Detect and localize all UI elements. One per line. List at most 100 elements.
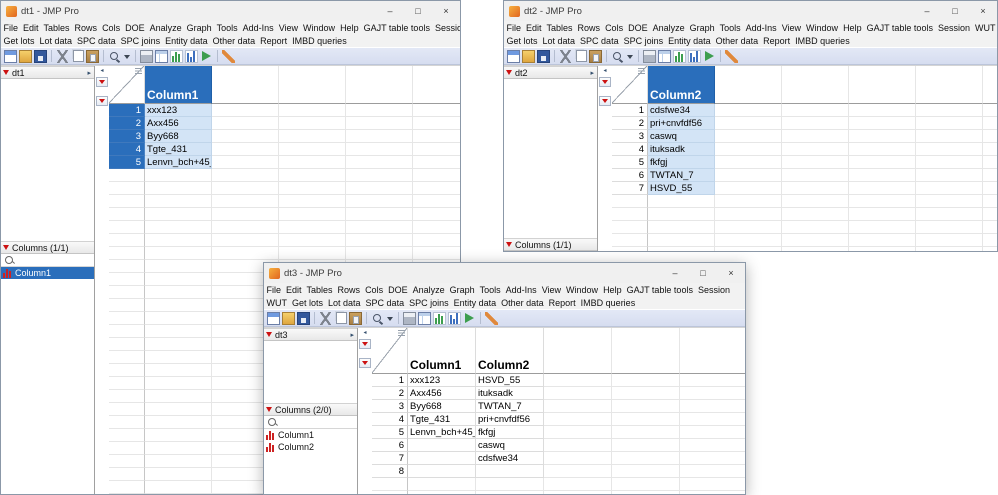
empty-cell[interactable] bbox=[145, 351, 212, 364]
close-button[interactable]: × bbox=[717, 263, 745, 283]
menu-rows[interactable]: Rows bbox=[335, 285, 363, 295]
empty-cell[interactable] bbox=[212, 117, 279, 130]
pencil-icon[interactable] bbox=[725, 49, 738, 63]
empty-cell[interactable] bbox=[145, 403, 212, 416]
empty-cell[interactable] bbox=[648, 208, 715, 221]
empty-cell[interactable] bbox=[916, 208, 983, 221]
menu-gajt-table-tools[interactable]: GAJT table tools bbox=[624, 285, 695, 295]
empty-cell[interactable] bbox=[544, 426, 612, 439]
empty-cell[interactable] bbox=[849, 143, 916, 156]
data-cell[interactable]: pri+cnvfdf56 bbox=[648, 117, 715, 130]
empty-cell[interactable] bbox=[145, 429, 212, 442]
empty-cell[interactable] bbox=[782, 208, 849, 221]
row-number[interactable]: 6 bbox=[372, 439, 408, 452]
empty-cell[interactable] bbox=[279, 221, 346, 234]
chart-green-icon[interactable] bbox=[170, 49, 183, 63]
empty-cell[interactable] bbox=[916, 156, 983, 169]
copy-icon[interactable] bbox=[576, 50, 587, 62]
menu-file[interactable]: File bbox=[504, 23, 524, 33]
empty-cell[interactable] bbox=[983, 182, 997, 195]
row-number[interactable]: 1 bbox=[372, 374, 408, 387]
empty-cell[interactable] bbox=[715, 208, 782, 221]
open-icon[interactable] bbox=[282, 311, 295, 325]
empty-cell[interactable] bbox=[916, 169, 983, 182]
empty-cell[interactable] bbox=[612, 478, 680, 491]
empty-cell[interactable] bbox=[715, 247, 782, 251]
empty-cell[interactable] bbox=[612, 439, 680, 452]
data-cell[interactable]: Byy668 bbox=[408, 400, 476, 413]
menu-view[interactable]: View bbox=[779, 23, 803, 33]
row-number[interactable]: 1 bbox=[109, 104, 145, 117]
empty-cell[interactable] bbox=[145, 468, 212, 481]
columns-red-triangle-icon[interactable] bbox=[96, 77, 108, 87]
empty-cell[interactable] bbox=[413, 208, 460, 221]
empty-cell[interactable] bbox=[715, 104, 782, 117]
empty-cell[interactable] bbox=[279, 182, 346, 195]
data-cell[interactable]: TWTAN_7 bbox=[476, 400, 544, 413]
empty-cell[interactable] bbox=[346, 221, 413, 234]
data-cell[interactable]: Axx456 bbox=[408, 387, 476, 400]
empty-cell[interactable] bbox=[983, 247, 997, 251]
menu-tools[interactable]: Tools bbox=[477, 285, 503, 295]
column-list-item[interactable]: Column2 bbox=[264, 441, 357, 453]
empty-cell[interactable] bbox=[346, 169, 413, 182]
empty-cell[interactable] bbox=[849, 130, 916, 143]
empty-cell[interactable] bbox=[849, 195, 916, 208]
menu-session[interactable]: Session bbox=[935, 23, 972, 33]
empty-cell[interactable] bbox=[983, 156, 997, 169]
row-number[interactable]: 2 bbox=[109, 117, 145, 130]
empty-cell[interactable] bbox=[849, 156, 916, 169]
empty-cell[interactable] bbox=[612, 491, 680, 494]
empty-cell[interactable] bbox=[212, 182, 279, 195]
menu-report[interactable]: Report bbox=[761, 36, 793, 46]
layout-icon[interactable] bbox=[658, 49, 671, 63]
empty-cell[interactable] bbox=[983, 234, 997, 247]
menu-spc-data[interactable]: SPC data bbox=[363, 298, 407, 308]
menu-gajt-table-tools[interactable]: GAJT table tools bbox=[864, 23, 935, 33]
empty-cell[interactable] bbox=[715, 195, 782, 208]
empty-cell[interactable] bbox=[145, 182, 212, 195]
empty-cell[interactable] bbox=[680, 426, 745, 439]
empty-cell[interactable] bbox=[145, 364, 212, 377]
empty-cell[interactable] bbox=[849, 221, 916, 234]
close-button[interactable]: × bbox=[969, 1, 997, 21]
empty-cell[interactable] bbox=[849, 182, 916, 195]
empty-cell[interactable] bbox=[715, 130, 782, 143]
menu-cols[interactable]: Cols bbox=[603, 23, 626, 33]
menu-window[interactable]: Window bbox=[804, 23, 841, 33]
pencil-icon[interactable] bbox=[222, 49, 235, 63]
empty-cell[interactable] bbox=[145, 169, 212, 182]
empty-cell[interactable] bbox=[916, 195, 983, 208]
empty-cell[interactable] bbox=[476, 491, 544, 494]
empty-cell[interactable] bbox=[680, 387, 745, 400]
minimize-button[interactable]: – bbox=[376, 1, 404, 21]
empty-cell[interactable] bbox=[413, 234, 460, 247]
table-panel-header[interactable]: dt3 ▸ bbox=[264, 328, 357, 341]
empty-cell[interactable] bbox=[715, 234, 782, 247]
panel-collapse-icon[interactable]: ▸ bbox=[87, 69, 92, 77]
menu-file[interactable]: File bbox=[264, 285, 284, 295]
empty-cell[interactable] bbox=[983, 169, 997, 182]
menu-imbd-queries[interactable]: IMBD queries bbox=[793, 36, 853, 46]
chart-green-icon[interactable] bbox=[673, 49, 686, 63]
empty-cell[interactable] bbox=[346, 117, 413, 130]
menu-other-data[interactable]: Other data bbox=[210, 36, 258, 46]
empty-cell[interactable] bbox=[983, 195, 997, 208]
empty-cell[interactable] bbox=[612, 374, 680, 387]
menu-spc-joins[interactable]: SPC joins bbox=[118, 36, 163, 46]
cut-icon[interactable] bbox=[319, 311, 332, 325]
data-cell[interactable]: caswq bbox=[648, 130, 715, 143]
paste-icon[interactable] bbox=[86, 49, 99, 63]
zoom-caret-icon[interactable] bbox=[386, 312, 394, 325]
titlebar[interactable]: dt1 - JMP Pro – □ × bbox=[1, 1, 460, 21]
menu-window[interactable]: Window bbox=[564, 285, 601, 295]
zoom-caret-icon[interactable] bbox=[123, 50, 131, 63]
data-cell[interactable] bbox=[408, 439, 476, 452]
chart-green-icon[interactable] bbox=[433, 311, 446, 325]
empty-cell[interactable] bbox=[916, 247, 983, 251]
data-cell[interactable]: xxx123 bbox=[408, 374, 476, 387]
empty-cell[interactable] bbox=[983, 117, 997, 130]
row-number[interactable]: 5 bbox=[612, 156, 648, 169]
empty-cell[interactable] bbox=[680, 413, 745, 426]
empty-cell[interactable] bbox=[145, 286, 212, 299]
